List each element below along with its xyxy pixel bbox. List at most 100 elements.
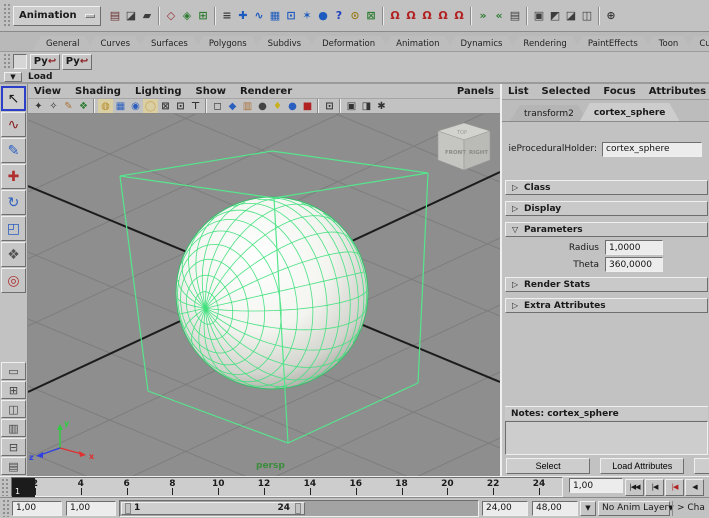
frame-selection-icon[interactable]: ❖ <box>76 99 91 113</box>
curve-snap-icon[interactable]: ∿ <box>251 7 267 25</box>
viewport-3d[interactable]: FRONT RIGHT TOP y x z persp <box>28 114 500 476</box>
lock-icon[interactable]: ⊙ <box>347 7 363 25</box>
step-back-key-button[interactable]: |◀ <box>665 478 684 496</box>
node-tab[interactable]: transform2 <box>510 105 588 121</box>
wireframe-cube-icon[interactable]: ◻ <box>210 99 225 113</box>
notes-field[interactable] <box>505 421 708 455</box>
paint-select-tool-icon[interactable]: ✎ <box>1 138 26 163</box>
selection-highlight-icon[interactable]: ⊡ <box>322 99 337 113</box>
radius-field[interactable] <box>605 240 663 255</box>
shelf-tab[interactable]: Dynamics <box>447 36 517 51</box>
shelf-menu-button[interactable]: ▼ <box>4 71 22 82</box>
history-list-icon[interactable]: ▤ <box>507 7 523 25</box>
move-tool-icon[interactable]: ✚ <box>1 164 26 189</box>
panel-layout-a-icon[interactable]: ▣ <box>344 99 359 113</box>
snap-to-points-icon[interactable]: Ω <box>419 7 435 25</box>
shelf-tab[interactable]: Deformation <box>308 36 389 51</box>
snap-to-grids-icon[interactable]: Ω <box>387 7 403 25</box>
select-by-component-icon[interactable]: ⊞ <box>195 7 211 25</box>
use-default-material-icon[interactable]: ● <box>255 99 270 113</box>
load-attributes-button[interactable]: Load Attributes <box>600 458 685 474</box>
menu-panels[interactable]: Panels <box>457 86 494 97</box>
universal-manipulator-icon[interactable]: ❖ <box>1 242 26 267</box>
menu-selected[interactable]: Selected <box>542 86 591 97</box>
default-lighting-icon[interactable]: ◯ <box>143 99 158 113</box>
statusline-drag-handle[interactable] <box>3 3 11 28</box>
current-frame-marker[interactable]: 1 <box>12 478 35 497</box>
timeline-track[interactable]: 2 4 6 8 10 12 14 16 18 20 <box>11 477 563 497</box>
textured-mode-icon[interactable]: ◉ <box>128 99 143 113</box>
render-view-icon[interactable]: ▣ <box>531 7 547 25</box>
menu-list[interactable]: List <box>508 86 529 97</box>
help-icon[interactable]: ? <box>331 7 347 25</box>
render-settings-icon[interactable]: ◫ <box>579 7 595 25</box>
playback-range-bar[interactable]: 1 24 <box>121 501 305 515</box>
input-connections-icon[interactable]: » <box>475 7 491 25</box>
shelf-tab[interactable]: Surfaces <box>137 36 202 51</box>
section-display[interactable]: ▷ Display <box>505 201 708 216</box>
new-scene-icon[interactable]: ▤ <box>107 7 123 25</box>
layout-four-pane-icon[interactable]: ⊞ <box>1 381 26 399</box>
shelf-tab[interactable]: Rendering <box>509 36 580 51</box>
star-points-icon[interactable]: ✶ <box>299 7 315 25</box>
scale-tool-icon[interactable]: ◰ <box>1 216 26 241</box>
layout-two-pane-stacked-icon[interactable]: ⊟ <box>1 438 26 456</box>
camera-attributes-icon[interactable]: ✧ <box>46 99 61 113</box>
menu-renderer[interactable]: Renderer <box>240 86 292 97</box>
shelf-drag-handle[interactable] <box>3 53 11 70</box>
step-back-frame-button[interactable]: |◀ <box>645 478 664 496</box>
use-all-lights-icon[interactable]: ♦ <box>270 99 285 113</box>
animation-start-field[interactable] <box>12 500 62 516</box>
shaded-mode-icon[interactable]: ▦ <box>113 99 128 113</box>
checkered-background-icon[interactable]: ⊠ <box>158 99 173 113</box>
select-by-hierarchy-icon[interactable]: ◇ <box>163 7 179 25</box>
hud-text-icon[interactable]: ⊤ <box>188 99 203 113</box>
node-tab[interactable]: cortex_sphere <box>580 103 680 121</box>
view-cube[interactable]: FRONT RIGHT TOP <box>437 122 491 171</box>
smooth-shade-all-icon[interactable]: ◆ <box>225 99 240 113</box>
wireframe-mode-icon[interactable]: ◍ <box>98 99 113 113</box>
shelf-tab[interactable]: Curves <box>87 36 145 51</box>
anim-layer-dropdown[interactable]: No Anim Layer ▼ <box>598 500 674 516</box>
rangebar-drag-handle[interactable] <box>2 499 10 517</box>
copy-tab-button[interactable] <box>694 458 709 474</box>
save-scene-icon[interactable]: ▰ <box>139 7 155 25</box>
shelf-tab[interactable]: Subdivs <box>254 36 315 51</box>
range-slider-track[interactable]: 1 24 <box>119 499 479 517</box>
shelf-item-python-script-2[interactable]: Py ↩ <box>62 53 92 70</box>
animation-end-field[interactable] <box>532 500 578 516</box>
layout-hypershade-persp-icon[interactable]: ▤ <box>1 457 26 475</box>
play-backwards-button[interactable]: ◀ <box>685 478 704 496</box>
layout-two-pane-side-icon[interactable]: ◫ <box>1 400 26 418</box>
make-live-icon[interactable]: ✚ <box>235 7 251 25</box>
theta-field[interactable] <box>605 257 663 272</box>
render-current-frame-icon[interactable]: ◩ <box>547 7 563 25</box>
menu-set-selector[interactable]: Animation <box>13 5 101 26</box>
select-region-icon[interactable]: ⊠ <box>363 7 379 25</box>
menu-view[interactable]: View <box>34 86 61 97</box>
range-menu-button[interactable]: ▼ <box>580 500 596 516</box>
open-scene-icon[interactable]: ◪ <box>123 7 139 25</box>
grid-surface-icon[interactable]: ▦ <box>267 7 283 25</box>
lasso-select-tool-icon[interactable]: ∿ <box>1 112 26 137</box>
select-tool-icon[interactable]: ↖ <box>1 86 26 111</box>
snap-to-mesh-icon[interactable]: Ω <box>451 7 467 25</box>
snap-to-view-planes-icon[interactable]: Ω <box>435 7 451 25</box>
sphere-primitive-icon[interactable]: ● <box>315 7 331 25</box>
playback-start-field[interactable] <box>66 500 116 516</box>
soft-modification-tool-icon[interactable]: ◎ <box>1 268 26 293</box>
menu-focus[interactable]: Focus <box>603 86 635 97</box>
shelf-tab[interactable]: General <box>32 36 94 51</box>
menu-shading[interactable]: Shading <box>75 86 121 97</box>
image-plane-icon[interactable]: ⊡ <box>173 99 188 113</box>
select-button[interactable]: Select <box>506 458 591 474</box>
section-extra-attributes[interactable]: ▷ Extra Attributes <box>505 298 708 313</box>
construction-plane-icon[interactable]: ⊡ <box>283 7 299 25</box>
select-camera-icon[interactable]: ✦ <box>31 99 46 113</box>
paint-bucket-icon[interactable]: ■ <box>300 99 315 113</box>
snap-to-curves-icon[interactable]: Ω <box>403 7 419 25</box>
shelf-tab[interactable]: PaintEffects <box>574 36 652 51</box>
timeslider-drag-handle[interactable] <box>1 478 9 496</box>
output-connections-icon[interactable]: « <box>491 7 507 25</box>
shelf-item-python-script-1[interactable]: Py ↩ <box>30 53 60 70</box>
